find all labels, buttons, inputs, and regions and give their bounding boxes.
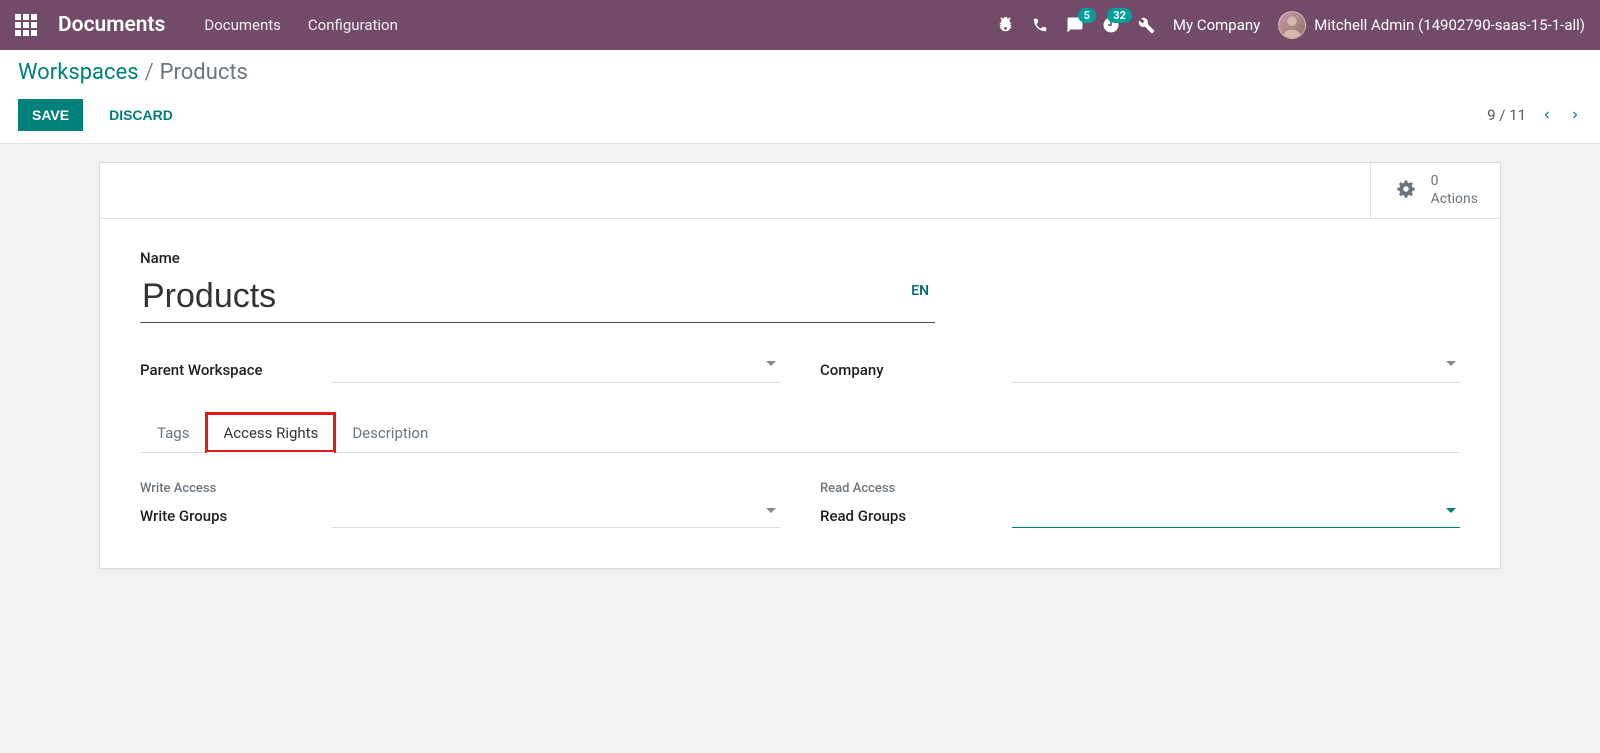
discard-button[interactable]: DISCARD (95, 99, 187, 131)
chevron-down-icon (766, 361, 776, 366)
write-access-header: Write Access (140, 481, 780, 496)
chat-badge: 5 (1078, 8, 1096, 23)
chevron-down-icon (1446, 361, 1456, 366)
actions-stat-button[interactable]: 0 Actions (1370, 163, 1500, 218)
write-groups-row: Write Groups (140, 504, 780, 528)
pager-count: 9 / 11 (1487, 106, 1526, 124)
buttons-row: SAVE DISCARD 9 / 11 (18, 99, 1582, 131)
tools-icon[interactable] (1138, 17, 1155, 34)
phone-icon[interactable] (1032, 17, 1048, 33)
read-groups-input[interactable] (1012, 504, 1460, 528)
read-access-col: Read Access Read Groups (820, 481, 1460, 528)
company-label: Company (820, 361, 1000, 379)
form-wrap: 0 Actions Name EN Parent Workspace C (0, 144, 1600, 587)
activities-badge: 32 (1107, 8, 1132, 23)
chevron-down-icon (766, 508, 776, 513)
chevron-down-icon (1446, 508, 1456, 513)
breadcrumb: Workspaces / Products (18, 60, 1582, 85)
name-label: Name (140, 249, 1460, 267)
tab-description[interactable]: Description (335, 413, 445, 452)
parent-workspace-label: Parent Workspace (140, 361, 320, 379)
read-groups-label: Read Groups (820, 507, 1000, 525)
breadcrumb-current: Products (160, 60, 248, 85)
lang-indicator[interactable]: EN (911, 283, 929, 299)
navbar: Documents Documents Configuration 5 32 M… (0, 0, 1600, 50)
user-menu[interactable]: Mitchell Admin (14902790-saas-15-1-all) (1278, 11, 1585, 39)
company-row: Company (820, 357, 1460, 383)
tab-access-rights[interactable]: Access Rights (206, 413, 335, 452)
company-switcher[interactable]: My Company (1173, 16, 1260, 34)
pager: 9 / 11 (1487, 106, 1582, 124)
form-sheet: 0 Actions Name EN Parent Workspace C (99, 162, 1501, 569)
top-group: Parent Workspace Company (140, 357, 1460, 383)
stat-count: 0 (1431, 173, 1478, 191)
name-row: EN (140, 273, 935, 323)
button-bar: 0 Actions (100, 163, 1500, 219)
app-brand[interactable]: Documents (58, 13, 165, 37)
clock-icon[interactable]: 32 (1102, 16, 1120, 34)
breadcrumb-workspaces[interactable]: Workspaces (18, 60, 139, 85)
parent-workspace-row: Parent Workspace (140, 357, 780, 383)
tab-content: Write Access Write Groups Read Access Re… (140, 453, 1460, 528)
user-name: Mitchell Admin (14902790-saas-15-1-all) (1314, 16, 1585, 34)
company-input[interactable] (1012, 357, 1460, 383)
gears-icon (1393, 176, 1419, 206)
bug-icon[interactable] (997, 17, 1014, 34)
navbar-left: Documents Documents Configuration (15, 13, 404, 37)
write-groups-label: Write Groups (140, 507, 320, 525)
chat-icon[interactable]: 5 (1066, 16, 1084, 34)
read-access-header: Read Access (820, 481, 1460, 496)
stat-label: Actions (1431, 191, 1478, 209)
parent-workspace-input[interactable] (332, 357, 780, 383)
control-panel: Workspaces / Products SAVE DISCARD 9 / 1… (0, 50, 1600, 144)
save-button[interactable]: SAVE (18, 99, 83, 131)
tab-tags[interactable]: Tags (140, 413, 206, 452)
write-access-col: Write Access Write Groups (140, 481, 780, 528)
pager-prev[interactable] (1540, 106, 1554, 124)
write-groups-input[interactable] (332, 504, 780, 528)
navbar-right: 5 32 My Company Mitchell Admin (14902790… (997, 11, 1585, 39)
nav-documents[interactable]: Documents (198, 16, 287, 34)
pager-next[interactable] (1568, 106, 1582, 124)
name-input[interactable] (140, 273, 935, 323)
access-groups: Write Access Write Groups Read Access Re… (140, 481, 1460, 528)
avatar (1278, 11, 1306, 39)
nav-configuration[interactable]: Configuration (302, 16, 404, 34)
apps-icon[interactable] (15, 14, 37, 36)
stat-text: 0 Actions (1431, 173, 1478, 208)
breadcrumb-sep: / (145, 60, 154, 85)
tabs: Tags Access Rights Description (140, 413, 1460, 453)
read-groups-row: Read Groups (820, 504, 1460, 528)
sheet-inner: Name EN Parent Workspace Company (100, 219, 1500, 568)
